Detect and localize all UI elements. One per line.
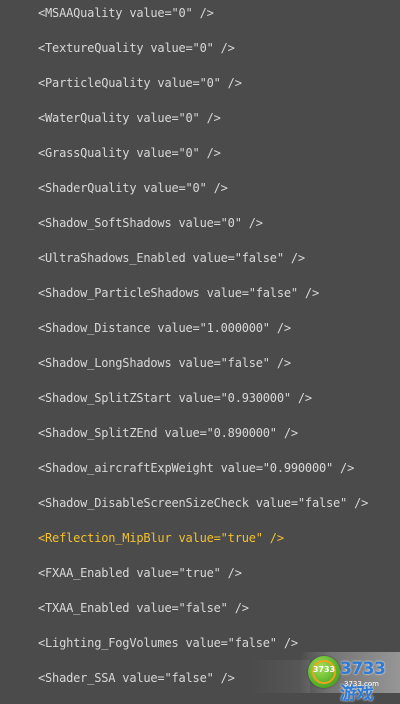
code-line-shadow-aircraft-exp-weight: <Shadow_aircraftExpWeight value="0.99000…	[38, 461, 355, 475]
code-line-water-quality: <WaterQuality value="0" />	[38, 111, 221, 125]
code-line-lighting-fog-volumes: <Lighting_FogVolumes value="false" />	[38, 636, 298, 650]
code-line-shader-quality: <ShaderQuality value="0" />	[38, 181, 228, 195]
watermark-domain: 3733.com	[344, 680, 379, 688]
code-line-shadow-split-z-end: <Shadow_SplitZEnd value="0.890000" />	[38, 426, 298, 440]
code-line-texture-quality: <TextureQuality value="0" />	[38, 41, 235, 55]
code-line-shadow-distance: <Shadow_Distance value="1.000000" />	[38, 321, 291, 335]
code-line-fxaa-enabled: <FXAA_Enabled value="true" />	[38, 566, 242, 580]
code-line-msaa-quality: <MSAAQuality value="0" />	[38, 6, 214, 20]
watermark-logo-icon: 3733	[308, 656, 340, 688]
code-line-shadow-split-z-start: <Shadow_SplitZStart value="0.930000" />	[38, 391, 312, 405]
code-line-ultra-shadows-enabled: <UltraShadows_Enabled value="false" />	[38, 251, 305, 265]
code-line-particle-quality: <ParticleQuality value="0" />	[38, 76, 242, 90]
site-watermark: 3733 3733游戏 3733.com	[300, 652, 400, 704]
code-line-shader-ssa: <Shader_SSA value="false" />	[38, 671, 235, 685]
code-line-shadow-long-shadows: <Shadow_LongShadows value="false" />	[38, 356, 291, 370]
code-line-grass-quality: <GrassQuality value="0" />	[38, 146, 221, 160]
watermark-badge-text: 3733	[312, 665, 336, 674]
code-editor: <MSAAQuality value="0" /> <TextureQualit…	[0, 0, 400, 693]
code-line-txaa-enabled: <TXAA_Enabled value="false" />	[38, 601, 249, 615]
code-line-shadow-disable-screen-size-check: <Shadow_DisableScreenSizeCheck value="fa…	[38, 496, 369, 510]
code-line-shadow-soft-shadows: <Shadow_SoftShadows value="0" />	[38, 216, 263, 230]
code-line-reflection-mip-blur: <Reflection_MipBlur value="true" />	[38, 531, 284, 545]
code-line-shadow-particle-shadows: <Shadow_ParticleShadows value="false" />	[38, 286, 319, 300]
